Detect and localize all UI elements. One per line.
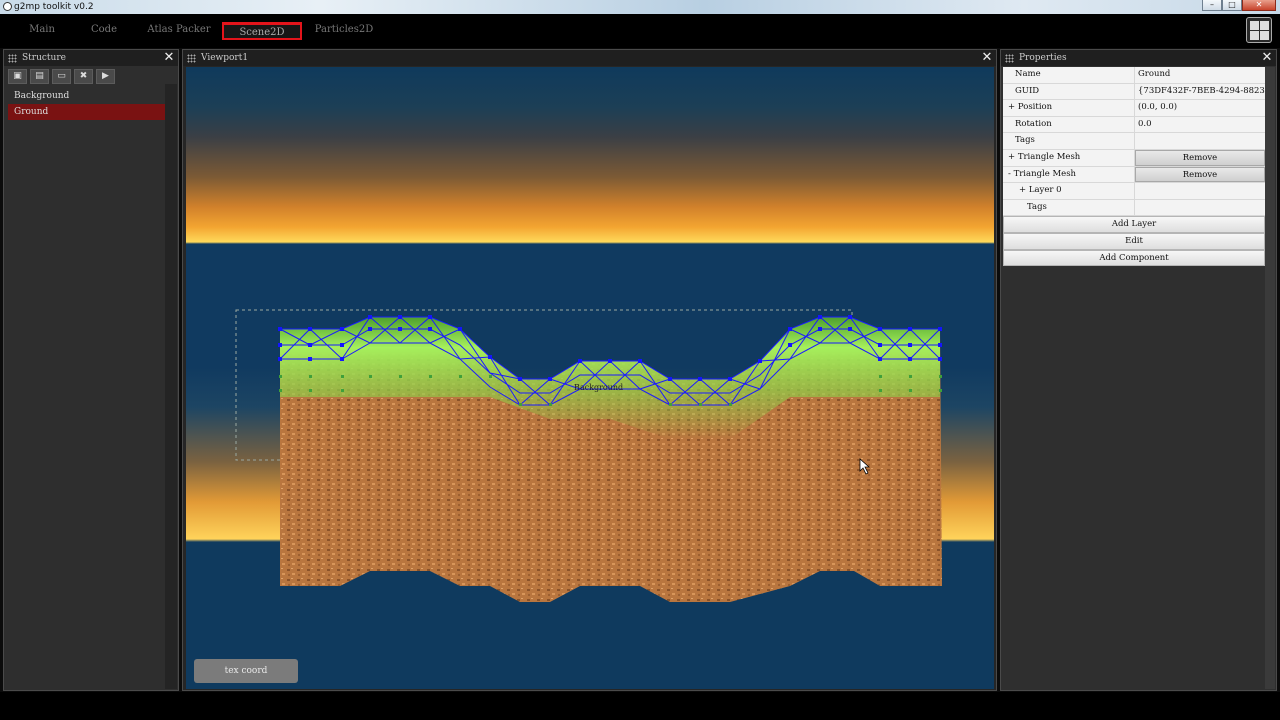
prop-label: Name [1003, 67, 1135, 83]
structure-scrollbar[interactable] [165, 84, 177, 689]
open-folder-icon[interactable]: ▭ [52, 69, 71, 84]
structure-panel-header: Structure ✕ [4, 50, 178, 66]
drag-grip-icon[interactable] [8, 54, 17, 63]
ground-mesh[interactable] [186, 67, 994, 689]
tab-particles2d[interactable]: Particles2D [314, 22, 374, 40]
tex-coord-button[interactable]: tex coord [194, 659, 298, 683]
close-icon[interactable]: ✕ [1260, 51, 1274, 65]
play-icon[interactable]: ▶ [96, 69, 115, 84]
scene-canvas[interactable]: Background tex coord [186, 67, 994, 689]
drag-grip-icon[interactable] [187, 54, 196, 63]
viewport-panel-header: Viewport1 ✕ [183, 50, 996, 66]
bottom-strip [0, 692, 1280, 720]
structure-panel: Structure ✕ ▣ ▤ ▭ ✖ ▶ Background Ground [3, 49, 179, 691]
prop-row-rotation[interactable]: Rotation 0.0 [1003, 116, 1265, 134]
grid-icon [1250, 21, 1259, 30]
prop-row-guid[interactable]: GUID {73DF432F-7BEB-4294-8823-6B [1003, 83, 1265, 101]
close-window-icon[interactable]: ✕ [1242, 0, 1276, 11]
component-label[interactable]: - Triangle Mesh [1003, 166, 1135, 183]
tab-code[interactable]: Code [84, 22, 124, 40]
window-title-bar: g2mp toolkit v0.2 – □ ✕ [0, 0, 1280, 14]
properties-panel-title: Properties [1019, 53, 1067, 63]
prop-row-position[interactable]: + Position (0.0, 0.0) [1003, 100, 1265, 117]
tree-item-background[interactable]: Background [8, 88, 168, 104]
edit-button[interactable]: Edit [1003, 232, 1265, 250]
window-title: g2mp toolkit v0.2 [14, 2, 94, 12]
properties-grid: Name Ground GUID {73DF432F-7BEB-4294-882… [1003, 67, 1265, 267]
object-label: Background [574, 383, 624, 392]
main-tab-bar: Main Code Atlas Packer Scene2D Particles… [0, 14, 1280, 48]
properties-scrollbar[interactable] [1265, 67, 1275, 689]
layer-value [1135, 183, 1265, 199]
prop-row-triangle-mesh-expanded[interactable]: - Triangle Mesh Remove [1003, 166, 1265, 184]
properties-panel-header: Properties ✕ [1001, 50, 1276, 66]
remove-component-button[interactable]: Remove [1135, 166, 1265, 183]
remove-component-button[interactable]: Remove [1135, 149, 1265, 166]
guid-field[interactable]: {73DF432F-7BEB-4294-8823-6B [1135, 84, 1265, 100]
prop-label: Rotation [1003, 116, 1135, 133]
prop-label: GUID [1003, 83, 1135, 100]
viewport-panel-title: Viewport1 [201, 53, 249, 63]
name-field[interactable]: Ground [1135, 67, 1265, 83]
add-component-button[interactable]: Add Component [1003, 249, 1265, 267]
properties-panel: Properties ✕ Name Ground GUID {73DF432F-… [1000, 49, 1277, 691]
prop-label[interactable]: + Position [1003, 100, 1135, 116]
prop-row-name[interactable]: Name Ground [1003, 67, 1265, 84]
structure-toolbar: ▣ ▤ ▭ ✖ ▶ [8, 69, 115, 85]
delete-icon[interactable]: ✖ [74, 69, 93, 84]
tab-scene2d[interactable]: Scene2D [222, 22, 302, 40]
tab-main[interactable]: Main [22, 22, 62, 40]
minimize-icon[interactable]: – [1202, 0, 1222, 11]
close-icon[interactable]: ✕ [162, 51, 176, 65]
structure-panel-title: Structure [22, 53, 66, 63]
add-layer-button[interactable]: Add Layer [1003, 216, 1265, 233]
tags-field[interactable] [1135, 133, 1265, 149]
layer-tags-field[interactable] [1135, 200, 1265, 216]
prop-row-triangle-mesh-collapsed[interactable]: + Triangle Mesh Remove [1003, 149, 1265, 167]
prop-label: Tags [1003, 199, 1135, 216]
tree-item-ground[interactable]: Ground [8, 104, 168, 120]
prop-row-layer-tags[interactable]: Tags [1003, 199, 1265, 217]
component-label[interactable]: + Triangle Mesh [1003, 149, 1135, 166]
prop-row-layer-0[interactable]: + Layer 0 [1003, 183, 1265, 200]
position-field[interactable]: (0.0, 0.0) [1135, 100, 1265, 116]
tab-atlas-packer[interactable]: Atlas Packer [146, 22, 212, 40]
save-icon[interactable]: ▤ [30, 69, 49, 84]
new-file-icon[interactable]: ▣ [8, 69, 27, 84]
prop-label: Tags [1003, 133, 1135, 149]
window-controls: – □ ✕ [1202, 0, 1276, 12]
layout-grid-button[interactable] [1246, 17, 1272, 43]
app-icon [3, 2, 12, 11]
maximize-icon[interactable]: □ [1222, 0, 1242, 11]
rotation-field[interactable]: 0.0 [1135, 117, 1265, 133]
layer-label[interactable]: + Layer 0 [1003, 183, 1135, 199]
structure-tree: Background Ground [8, 88, 168, 120]
viewport-panel: Viewport1 ✕ Background tex coord [182, 49, 997, 691]
drag-grip-icon[interactable] [1005, 54, 1014, 63]
close-icon[interactable]: ✕ [980, 51, 994, 65]
prop-row-tags[interactable]: Tags [1003, 133, 1265, 150]
